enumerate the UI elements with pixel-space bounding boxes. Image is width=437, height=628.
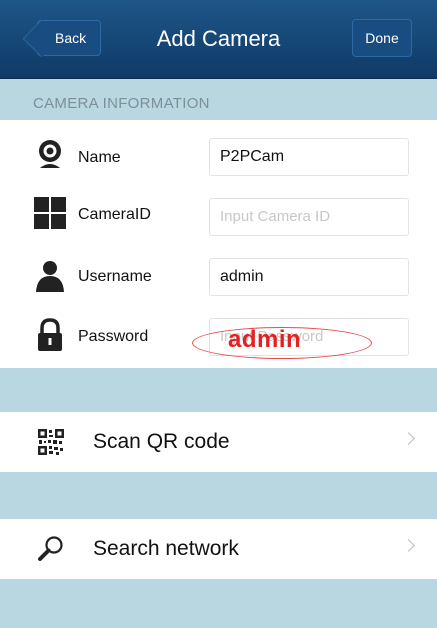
scan-qr-code-label: Scan QR code bbox=[93, 430, 230, 453]
webcam-icon bbox=[39, 140, 61, 168]
navigation-bar: Back Add Camera Done bbox=[0, 0, 437, 79]
camera-id-label: CameraID bbox=[78, 206, 151, 223]
scan-qr-code-row[interactable]: Scan QR code bbox=[0, 412, 437, 472]
chevron-right-icon bbox=[402, 539, 415, 552]
done-button[interactable]: Done bbox=[352, 19, 412, 57]
magnifier-icon bbox=[38, 536, 63, 561]
lock-icon bbox=[38, 318, 62, 351]
chevron-right-icon bbox=[402, 432, 415, 445]
name-row: Name P2PCam bbox=[0, 126, 437, 186]
name-label: Name bbox=[78, 149, 121, 166]
search-network-label: Search network bbox=[93, 537, 239, 560]
grid-icon bbox=[34, 197, 66, 229]
name-input[interactable]: P2PCam bbox=[209, 138, 409, 176]
camera-id-row: CameraID Input Camera ID bbox=[0, 186, 437, 246]
password-label: Password bbox=[78, 328, 149, 345]
search-network-row[interactable]: Search network bbox=[0, 519, 437, 579]
username-row: Username admin bbox=[0, 246, 437, 306]
annotation-text: admin bbox=[228, 326, 302, 353]
section-header-label: CAMERA INFORMATION bbox=[33, 95, 210, 112]
user-icon bbox=[36, 261, 64, 292]
username-label: Username bbox=[78, 268, 152, 285]
section-header: CAMERA INFORMATION bbox=[0, 80, 437, 120]
username-input[interactable]: admin bbox=[209, 258, 409, 296]
camera-id-input[interactable]: Input Camera ID bbox=[209, 198, 409, 236]
qr-code-icon bbox=[38, 429, 64, 455]
